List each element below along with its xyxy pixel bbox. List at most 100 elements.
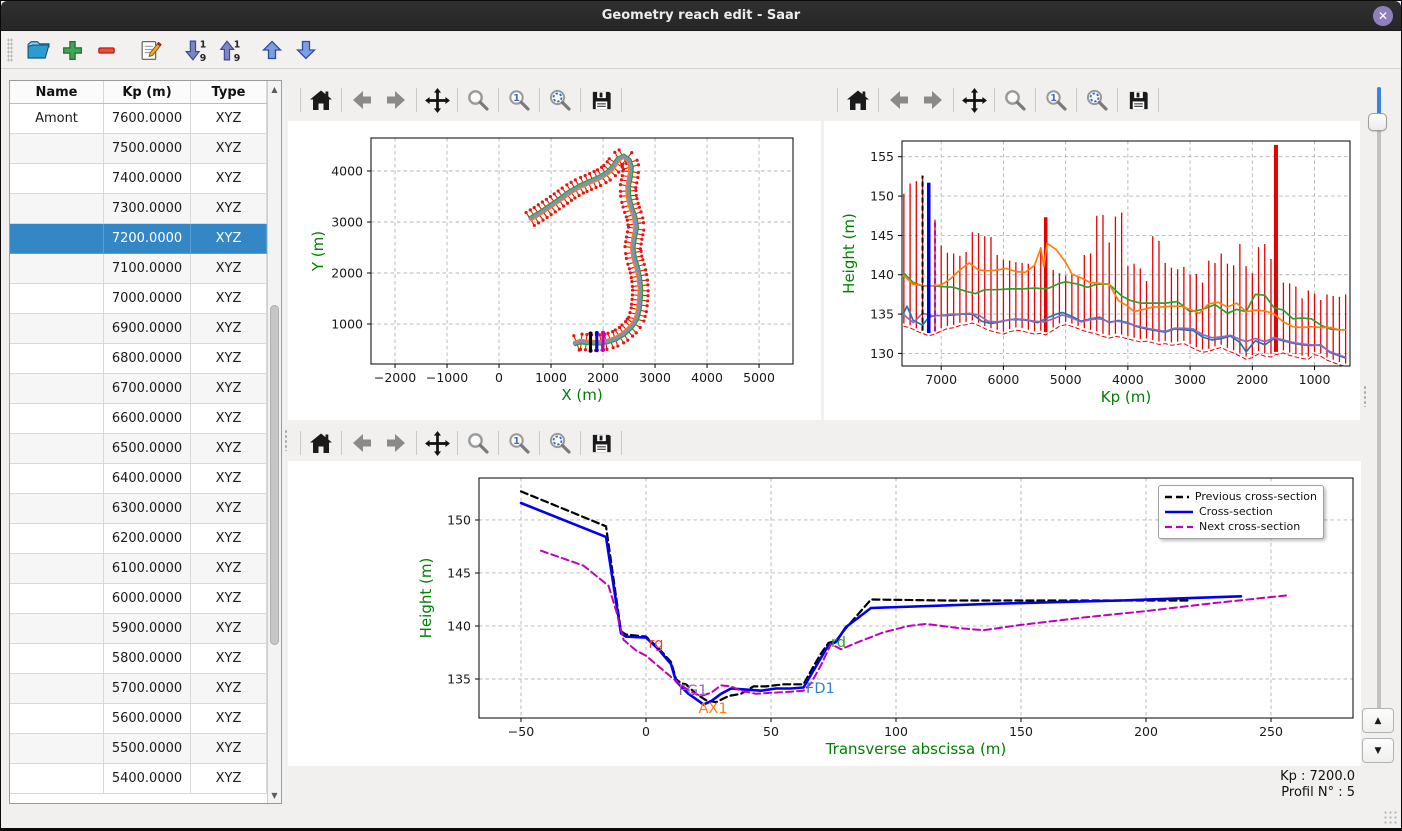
add-profile-button[interactable] (57, 35, 87, 65)
table-cell (10, 584, 104, 614)
table-row[interactable]: 6200.0000XYZ (10, 524, 267, 554)
scroll-up-button[interactable]: ▲ (268, 81, 281, 97)
column-header-name[interactable]: Name (10, 81, 104, 103)
table-row[interactable]: 6900.0000XYZ (10, 314, 267, 344)
table-scrollbar[interactable]: ▲ ▼ (267, 81, 281, 803)
table-row[interactable]: 5600.0000XYZ (10, 704, 267, 734)
move-up-button[interactable] (257, 35, 287, 65)
scrollbar-thumb[interactable] (270, 305, 279, 645)
table-row[interactable]: 6500.0000XYZ (10, 434, 267, 464)
mpl-home-button[interactable] (841, 85, 875, 115)
mpl-pan-button[interactable] (420, 85, 454, 115)
table-row[interactable]: Amont7600.0000XYZ (10, 104, 267, 134)
mpl-home-button[interactable] (304, 428, 338, 458)
right-splitter-handle[interactable] (1363, 385, 1367, 407)
mpl-forward-button[interactable] (916, 85, 950, 115)
table-cell (10, 614, 104, 644)
svg-text:150: 150 (1009, 724, 1033, 739)
plan-view-toolbar: 1 (297, 80, 625, 120)
table-row[interactable]: 7300.0000XYZ (10, 194, 267, 224)
mpl-zoom-button[interactable] (461, 85, 495, 115)
mpl-back-button[interactable] (882, 85, 916, 115)
table-row[interactable]: 6300.0000XYZ (10, 494, 267, 524)
mpl-forward-button[interactable] (379, 85, 413, 115)
close-button[interactable]: ✕ (1373, 6, 1393, 26)
table-row[interactable]: 6100.0000XYZ (10, 554, 267, 584)
profile-down-button[interactable]: ▼ (1362, 738, 1394, 763)
mpl-zoom-fit-button[interactable] (543, 85, 577, 115)
profile-slider-handle[interactable] (1368, 113, 1387, 131)
profile-slider-track[interactable] (1377, 87, 1381, 713)
mpl-save-button[interactable] (1121, 85, 1155, 115)
mpl-save-button[interactable] (584, 85, 618, 115)
profile-up-button[interactable]: ▲ (1362, 708, 1394, 733)
mpl-zoom-region-button[interactable]: 1 (1039, 85, 1073, 115)
remove-profile-button[interactable] (91, 35, 121, 65)
mpl-pan-button[interactable] (957, 85, 991, 115)
sort-descending-button[interactable]: 1 9 (179, 35, 209, 65)
mpl-zoom-fit-button[interactable] (543, 428, 577, 458)
table-row[interactable]: 6000.0000XYZ (10, 584, 267, 614)
mpl-pan-button[interactable] (420, 428, 454, 458)
mpl-back-button[interactable] (345, 85, 379, 115)
table-row[interactable]: 5800.0000XYZ (10, 644, 267, 674)
sort-ascending-button[interactable]: 1 9 (213, 35, 243, 65)
table-row[interactable]: 6800.0000XYZ (10, 344, 267, 374)
panel-splitter-handle[interactable] (284, 429, 288, 451)
open-folder-button[interactable] (23, 35, 53, 65)
table-row[interactable]: 5900.0000XYZ (10, 614, 267, 644)
toolbar-drag-handle[interactable] (7, 38, 13, 62)
table-cell: 5600.0000 (104, 704, 191, 734)
resize-grip[interactable] (1383, 810, 1397, 824)
mpl-home-button[interactable] (304, 85, 338, 115)
edit-profile-button[interactable] (135, 35, 165, 65)
table-cell: 7400.0000 (104, 164, 191, 194)
table-row[interactable]: 6400.0000XYZ (10, 464, 267, 494)
table-cell: XYZ (191, 404, 267, 434)
magnifier-fit-icon (1084, 87, 1110, 113)
svg-text:3000: 3000 (1174, 372, 1206, 387)
svg-text:4000: 4000 (1112, 372, 1144, 387)
table-cell: 6100.0000 (104, 554, 191, 584)
mpl-zoom-region-button[interactable]: 1 (502, 428, 536, 458)
pan-icon (424, 87, 451, 114)
mpl-zoom-button[interactable] (998, 85, 1032, 115)
table-cell: XYZ (191, 254, 267, 284)
table-cell: 6000.0000 (104, 584, 191, 614)
mpl-zoom-region-button[interactable]: 1 (502, 85, 536, 115)
mpl-zoom-fit-button[interactable] (1080, 85, 1114, 115)
profile-slider-fill (1377, 87, 1381, 114)
table-cell: XYZ (191, 284, 267, 314)
table-row[interactable]: 5700.0000XYZ (10, 674, 267, 704)
table-row[interactable]: 7400.0000XYZ (10, 164, 267, 194)
table-row[interactable]: 7200.0000XYZ (10, 224, 267, 254)
table-cell (10, 344, 104, 374)
plan-view-chart[interactable]: −2000−1000010002000300040005000100020003… (288, 121, 821, 420)
longitudinal-profile-chart[interactable]: 7000600050004000300020001000130135140145… (824, 121, 1360, 420)
scroll-down-button[interactable]: ▼ (268, 787, 281, 803)
column-header-type[interactable]: Type (191, 81, 267, 103)
mpl-forward-button[interactable] (379, 428, 413, 458)
svg-text:145: 145 (870, 228, 894, 243)
table-row[interactable]: 7000.0000XYZ (10, 284, 267, 314)
table-row[interactable]: 6700.0000XYZ (10, 374, 267, 404)
table-row[interactable]: 7100.0000XYZ (10, 254, 267, 284)
mpl-save-button[interactable] (584, 428, 618, 458)
svg-text:1000: 1000 (331, 317, 363, 332)
table-row[interactable]: 6600.0000XYZ (10, 404, 267, 434)
table-row[interactable]: 7500.0000XYZ (10, 134, 267, 164)
table-cell: XYZ (191, 674, 267, 704)
svg-text:−1000: −1000 (426, 370, 468, 385)
table-cell: 7200.0000 (104, 224, 191, 254)
column-header-kp[interactable]: Kp (m) (104, 81, 191, 103)
table-row[interactable]: 5400.0000XYZ (10, 764, 267, 794)
table-cell (10, 674, 104, 704)
table-row[interactable]: 5500.0000XYZ (10, 734, 267, 764)
table-cell: 5900.0000 (104, 614, 191, 644)
legend-label: Previous cross-section (1195, 490, 1317, 503)
mpl-zoom-button[interactable] (461, 428, 495, 458)
table-cell: 7000.0000 (104, 284, 191, 314)
move-down-button[interactable] (291, 35, 321, 65)
svg-text:rd: rd (831, 635, 846, 651)
mpl-back-button[interactable] (345, 428, 379, 458)
